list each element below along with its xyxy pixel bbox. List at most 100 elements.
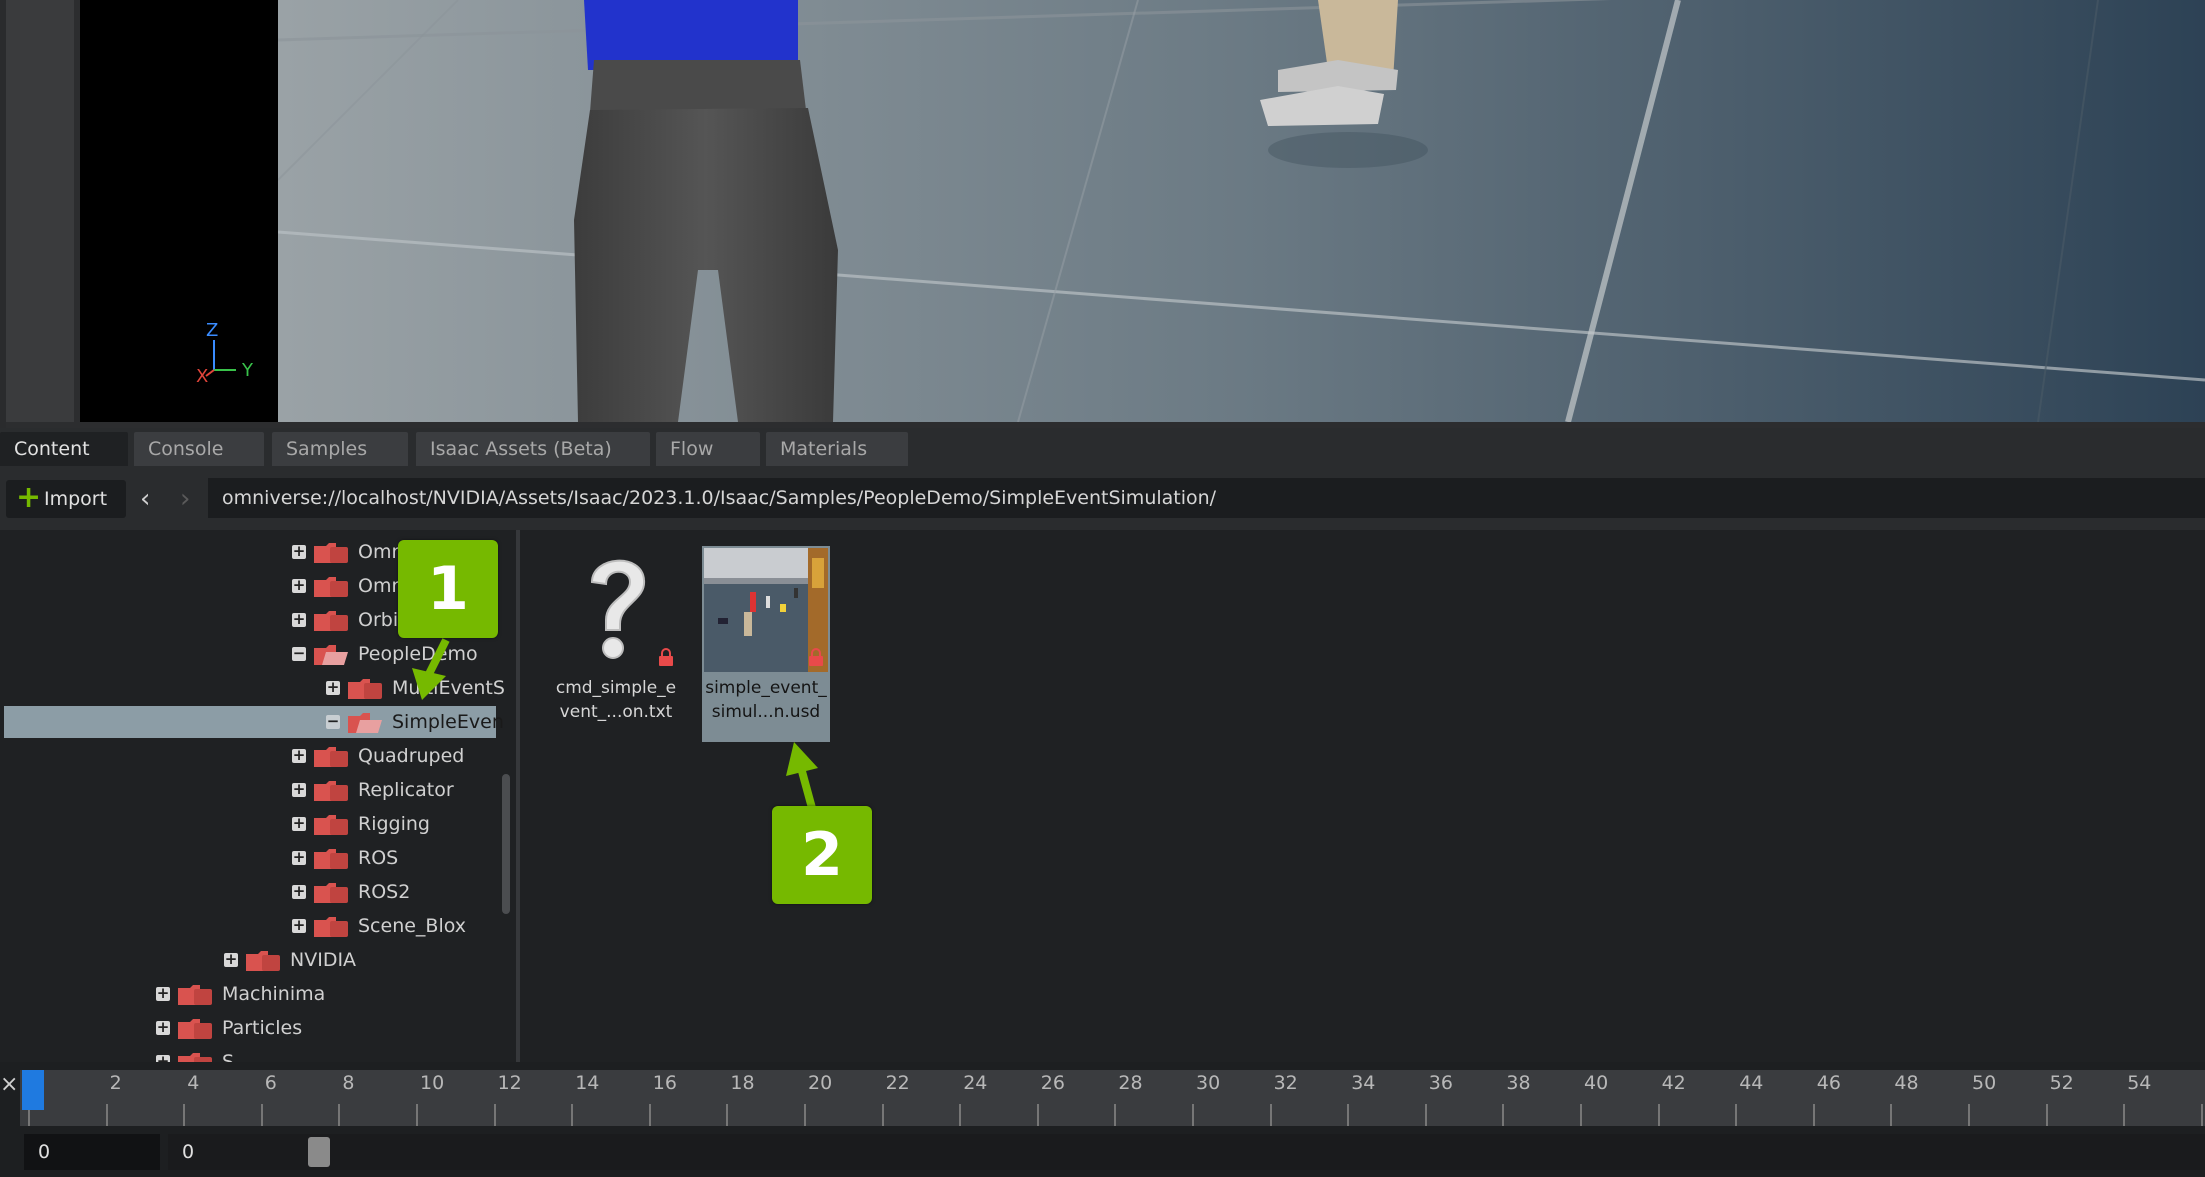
timeline-tick: [493, 1104, 496, 1126]
tree-item-selected[interactable]: − SimpleEven: [4, 706, 504, 738]
chevron-right-icon[interactable]: ›: [180, 482, 190, 516]
tree-item[interactable]: + MultiEventS: [0, 672, 516, 704]
file-name-line: vent_...on.txt: [559, 702, 673, 722]
file-item-selected[interactable]: simple_event_ simul...n.usd: [702, 546, 830, 742]
timeline-tick: [1657, 1104, 1660, 1126]
timeline-tick: [260, 1104, 263, 1126]
tree-item[interactable]: + Machinima: [0, 978, 516, 1010]
expand-icon[interactable]: +: [224, 952, 238, 967]
panel-tab-bar: Content Console Samples Isaac Assets (Be…: [0, 428, 2205, 466]
expand-icon[interactable]: +: [292, 816, 306, 831]
tab-flow[interactable]: Flow: [656, 432, 760, 466]
timeline-tick: [2045, 1104, 2048, 1126]
expand-icon[interactable]: +: [292, 918, 306, 933]
expand-icon[interactable]: +: [292, 612, 306, 627]
tab-materials[interactable]: Materials: [766, 432, 908, 466]
tab-samples[interactable]: Samples: [272, 432, 408, 466]
folder-icon: [314, 815, 348, 835]
viewport[interactable]: Z X Y: [0, 0, 2205, 428]
file-name: cmd_simple_e vent_...on.txt: [552, 676, 680, 724]
tree-item[interactable]: + Quadruped: [0, 740, 516, 772]
expand-icon[interactable]: +: [292, 544, 306, 559]
tree-item-label: S: [222, 1051, 235, 1062]
tree-item[interactable]: + Rigging: [0, 808, 516, 840]
tree-item[interactable]: + ROS2: [0, 876, 516, 908]
timeline-tick: [105, 1104, 108, 1126]
axis-y-label: Y: [242, 360, 253, 381]
tree-item-label: Machinima: [222, 983, 326, 1005]
file-grid[interactable]: cmd_simple_e vent_...on.txt simple_event…: [520, 530, 2205, 1062]
folder-icon: [314, 883, 348, 903]
tree-item[interactable]: + NVIDIA: [0, 944, 516, 976]
tab-console[interactable]: Console: [134, 432, 264, 466]
tab-isaac-assets[interactable]: Isaac Assets (Beta): [416, 432, 650, 466]
tree-scrollbar[interactable]: [502, 774, 510, 914]
folder-icon: [178, 985, 212, 1005]
expand-icon[interactable]: +: [292, 782, 306, 797]
tree-item[interactable]: + Particles: [0, 1012, 516, 1044]
tree-item[interactable]: + Replicator: [0, 774, 516, 806]
timeline-tick-label: 14: [575, 1072, 600, 1094]
file-name-line: cmd_simple_e: [555, 678, 677, 698]
tab-content[interactable]: Content: [0, 432, 128, 466]
expand-icon[interactable]: +: [292, 578, 306, 593]
folder-open-icon: [314, 645, 348, 665]
collapse-icon[interactable]: −: [292, 646, 306, 661]
plus-icon: +: [16, 480, 42, 515]
timeline-tick: [1890, 1104, 1893, 1126]
expand-icon[interactable]: +: [292, 748, 306, 763]
timeline-tick-label: 44: [1739, 1072, 1764, 1094]
timeline-tick-label: 54: [2127, 1072, 2152, 1094]
current-frame-field[interactable]: 0: [168, 1134, 2205, 1170]
expand-icon[interactable]: +: [292, 850, 306, 865]
timeline-tick: [959, 1104, 962, 1126]
scene-render[interactable]: [278, 0, 2205, 422]
tree-item-label: PeopleDemo: [358, 643, 478, 665]
timeline-tick: [1424, 1104, 1427, 1126]
tree-item[interactable]: + S: [0, 1046, 516, 1062]
close-icon[interactable]: ×: [0, 1072, 18, 1097]
timeline-tick: [1580, 1104, 1582, 1126]
folder-open-icon: [348, 713, 382, 733]
start-frame-field[interactable]: 0: [24, 1134, 160, 1170]
tree-item-label: Scene_Blox: [358, 915, 467, 937]
expand-icon[interactable]: +: [156, 1054, 170, 1062]
expand-icon[interactable]: +: [156, 1020, 170, 1035]
folder-icon: [314, 611, 348, 631]
file-name: simple_event_ simul...n.usd: [702, 676, 830, 724]
timeline-tick-label: 40: [1584, 1072, 1609, 1094]
import-button[interactable]: + Import: [6, 480, 126, 518]
content-toolbar: + Import ‹ › omniverse://localhost/NVIDI…: [0, 466, 2205, 530]
timeline-tick-label: 6: [264, 1072, 277, 1094]
timeline-ruler[interactable]: 0246810121416182022242628303234363840424…: [20, 1070, 2205, 1126]
frame-slider-handle[interactable]: [308, 1137, 330, 1167]
playhead-marker[interactable]: [22, 1070, 44, 1110]
tree-item[interactable]: + ROS: [0, 842, 516, 874]
timeline-tick-label: 32: [1273, 1072, 1298, 1094]
folder-icon: [314, 543, 348, 563]
tree-item[interactable]: + Scene_Blox: [0, 910, 516, 942]
timeline-tick: [2123, 1104, 2126, 1126]
timeline[interactable]: × 02468101214161820222426283032343638404…: [0, 1062, 2205, 1177]
chevron-left-icon[interactable]: ‹: [140, 482, 150, 516]
expand-icon[interactable]: +: [292, 884, 306, 899]
tree-item-label: MultiEventS: [392, 677, 505, 699]
tree-item-label: NVIDIA: [290, 949, 357, 971]
timeline-tick-label: 52: [2049, 1072, 2074, 1094]
import-button-label: Import: [44, 488, 108, 510]
timeline-tick: [571, 1104, 574, 1126]
secondary-viewport: Z X Y: [80, 0, 278, 422]
axis-x-label: X: [196, 366, 209, 387]
timeline-tick-label: 4: [187, 1072, 200, 1094]
timeline-tick: [183, 1104, 186, 1126]
expand-icon[interactable]: +: [156, 986, 170, 1001]
timeline-tick-label: 36: [1428, 1072, 1453, 1094]
path-input[interactable]: omniverse://localhost/NVIDIA/Assets/Isaa…: [208, 478, 2205, 518]
tree-item[interactable]: − PeopleDemo: [0, 638, 516, 670]
unknown-file-icon: [590, 559, 646, 659]
file-item[interactable]: cmd_simple_e vent_...on.txt: [552, 546, 680, 742]
timeline-tick-label: 18: [730, 1072, 755, 1094]
expand-icon[interactable]: +: [326, 680, 340, 695]
timeline-tick-label: 16: [652, 1072, 677, 1094]
collapse-icon[interactable]: −: [326, 714, 340, 729]
